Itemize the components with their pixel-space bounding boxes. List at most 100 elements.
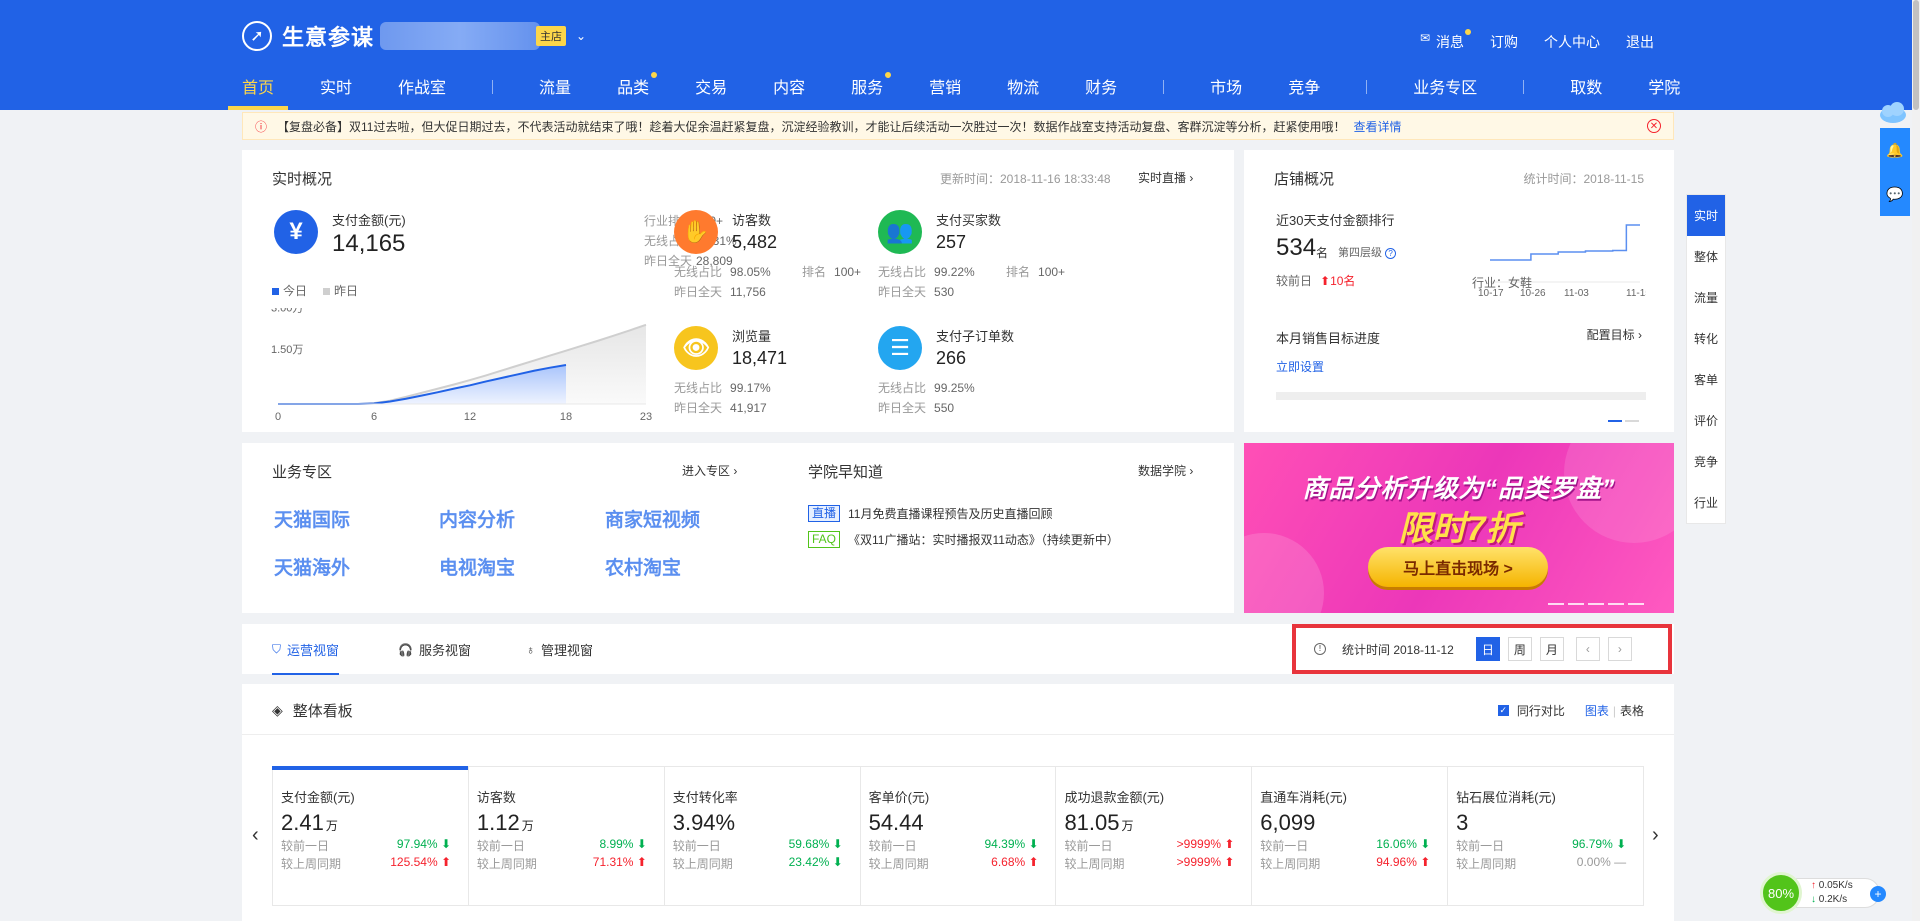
peer-compare-checkbox[interactable]: ✓ [1497, 705, 1509, 716]
close-icon[interactable]: ✕ [1647, 119, 1661, 133]
period-day-button[interactable]: 日 [1475, 637, 1500, 661]
rail-item[interactable]: 客单 [1687, 359, 1725, 400]
data-academy-link[interactable]: 数据学院 › [1138, 462, 1193, 479]
set-now-link[interactable]: 立即设置 [1276, 358, 1324, 375]
config-target-link[interactable]: 配置目标 › [1587, 326, 1642, 343]
metric-value: 18,471 [732, 348, 788, 368]
carousel-next-arrow[interactable]: › [1652, 824, 1659, 847]
shop-title: 店铺概况 [1274, 171, 1335, 188]
profile-link[interactable]: 个人中心 [1544, 32, 1600, 52]
pager-dot[interactable] [1568, 603, 1584, 605]
kpi-day-compare: 较前一日 16.06% ⬇ [1260, 837, 1431, 853]
nav-service[interactable]: 服务 [851, 64, 892, 110]
zone-link-short-video[interactable]: 商家短视频 [605, 505, 700, 532]
metric-paying-buyers: 👥 支付买家数 257 无线占比 99.22% 排名 100+ 昨日全天 530 [878, 210, 1078, 310]
page-scrollbar[interactable] [1912, 0, 1920, 921]
news-item[interactable]: FAQ 《双11广播站：实时播报双11动态》（持续更新中） [808, 531, 1119, 548]
cloud-mascot-icon[interactable] [1878, 100, 1908, 126]
carousel-prev-arrow[interactable]: ‹ [252, 824, 259, 847]
target-progress-bar [1276, 392, 1646, 400]
nav-realtime[interactable]: 实时 [320, 64, 352, 110]
banner-cta-button[interactable]: 马上直击现场 > [1368, 547, 1548, 587]
notice-details-link[interactable]: 查看详情 [1353, 118, 1401, 135]
subscribe-link[interactable]: 订购 [1490, 32, 1518, 52]
blurred-shop-name [380, 22, 541, 50]
kpi-card[interactable]: 成功退款金额(元) 81.05 万较前一日 >9999% ⬆ 较上周同期 >9999% ⬆ [1056, 767, 1253, 905]
rail-item[interactable]: 实时 [1687, 195, 1725, 236]
kpi-label: 直通车消耗(元) [1260, 790, 1347, 805]
messages-link[interactable]: 消息 [1420, 29, 1471, 52]
pager-dot[interactable] [1628, 603, 1644, 605]
pager-dot[interactable] [1588, 603, 1604, 605]
kpi-value: 81.05 万 [1064, 810, 1134, 835]
view-chart-link[interactable]: 图表 [1585, 702, 1609, 719]
live-tag: 直播 [808, 505, 841, 522]
nav-academy[interactable]: 学院 [1648, 64, 1680, 110]
rail-item[interactable]: 竞争 [1687, 441, 1725, 482]
prev-date-button[interactable]: ‹ [1575, 637, 1600, 661]
next-date-button[interactable]: › [1607, 637, 1632, 661]
top-header: ➚ 生意参谋 主店 ⌄ 消息 订购 个人中心 退出 首页 实时 作战室 流量 品… [0, 0, 1920, 110]
divider: | [1612, 703, 1616, 718]
nav-logistics[interactable]: 物流 [1007, 64, 1039, 110]
live-link[interactable]: 实时直播 › [1138, 169, 1193, 186]
chat-icon[interactable]: 💬 [1886, 186, 1903, 203]
rail-item[interactable]: 行业 [1687, 482, 1725, 523]
tab-service[interactable]: 🎧 服务视窗 [398, 640, 471, 659]
zone-link-content-analysis[interactable]: 内容分析 [439, 505, 515, 532]
promo-banner[interactable]: 商品分析升级为“品类罗盘” 限时7折 马上直击现场 > [1244, 443, 1674, 613]
nav-home[interactable]: 首页 [227, 64, 289, 110]
kpi-card[interactable]: 支付转化率 3.94% 较前一日 59.68% ⬇ 较上周同期 23.42% ⬇ [665, 767, 861, 905]
chevron-down-icon[interactable]: ⌄ [576, 29, 586, 43]
pager-dot[interactable] [1608, 603, 1624, 605]
nav-competition[interactable]: 竞争 [1288, 64, 1320, 110]
pay-amount-label: 支付金额(元) [332, 213, 406, 228]
nav-war-room[interactable]: 作战室 [398, 64, 446, 110]
pager-dot[interactable] [1608, 420, 1622, 422]
kpi-card[interactable]: 直通车消耗(元) 6,099 较前一日 16.06% ⬇ 较上周同期 94.96% ⬆ [1252, 767, 1449, 905]
news-item[interactable]: 直播 11月免费直播课程预告及历史直播回顾 [808, 505, 1052, 522]
zone-link-tmall-overseas[interactable]: 天猫海外 [274, 553, 350, 580]
pager-dot[interactable] [1548, 603, 1564, 605]
bell-icon[interactable]: 🔔 [1886, 142, 1903, 159]
logout-link[interactable]: 退出 [1626, 32, 1654, 52]
scrollbar-thumb[interactable] [1913, 0, 1919, 110]
rail-item[interactable]: 流量 [1687, 277, 1725, 318]
kpi-card[interactable]: 钻石展位消耗(元) 3 较前一日 96.79% ⬇ 较上周同期 0.00% — [1448, 767, 1643, 905]
nav-content[interactable]: 内容 [773, 64, 805, 110]
help-icon[interactable]: ? [1385, 248, 1397, 259]
pager-dot[interactable] [1625, 420, 1639, 422]
kpi-value: 6,099 [1260, 810, 1316, 835]
kpi-card[interactable]: 客单价(元) 54.44 较前一日 94.39% ⬇ 较上周同期 6.68% ⬆ [861, 767, 1057, 905]
plus-icon[interactable]: + [1870, 886, 1886, 902]
nav-category[interactable]: 品类 [617, 64, 658, 110]
kpi-card[interactable]: 访客数 1.12 万较前一日 8.99% ⬇ 较上周同期 71.31% ⬆ [469, 767, 665, 905]
nav-traffic[interactable]: 流量 [539, 64, 571, 110]
tab-operations[interactable]: ⛉ 运营视窗 [272, 640, 340, 675]
rail-item[interactable]: 评价 [1687, 400, 1725, 441]
nav-business-zone[interactable]: 业务专区 [1413, 64, 1477, 110]
nav-finance[interactable]: 财务 [1085, 64, 1117, 110]
kpi-card[interactable]: 支付金额(元) 2.41 万较前一日 97.94% ⬇ 较上周同期 125.54% ⬆ [272, 766, 469, 905]
rail-item[interactable]: 转化 [1687, 318, 1725, 359]
nav-fetch-data[interactable]: 取数 [1570, 64, 1602, 110]
view-table-link[interactable]: 表格 [1620, 702, 1644, 719]
nav-market[interactable]: 市场 [1210, 64, 1242, 110]
nav-marketing[interactable]: 营销 [929, 64, 961, 110]
period-month-button[interactable]: 月 [1539, 637, 1564, 661]
network-monitor-widget[interactable]: ↑ 0.05K/s ↓ 0.2K/s 80% + [1760, 872, 1890, 914]
unread-dot [1465, 29, 1471, 35]
period-week-button[interactable]: 周 [1507, 637, 1532, 661]
peer-compare-label[interactable]: 同行对比 [1517, 702, 1565, 719]
logo[interactable]: ➚ 生意参谋 主店 ⌄ [242, 20, 586, 52]
industry-label: 行业：女鞋 [1472, 276, 1533, 290]
rail-item[interactable]: 整体 [1687, 236, 1725, 277]
zone-link-tmall-global[interactable]: 天猫国际 [274, 505, 350, 532]
enter-zone-link[interactable]: 进入专区 › [682, 462, 737, 479]
nav-trade[interactable]: 交易 [695, 64, 727, 110]
info-icon[interactable]: ! [1314, 643, 1326, 655]
zone-link-rural-taobao[interactable]: 农村淘宝 [605, 553, 681, 580]
y-tick-label: 3.00万 [271, 308, 303, 315]
zone-link-tv-taobao[interactable]: 电视淘宝 [439, 553, 515, 580]
tab-management[interactable]: ♁ 管理视窗 [526, 640, 593, 659]
